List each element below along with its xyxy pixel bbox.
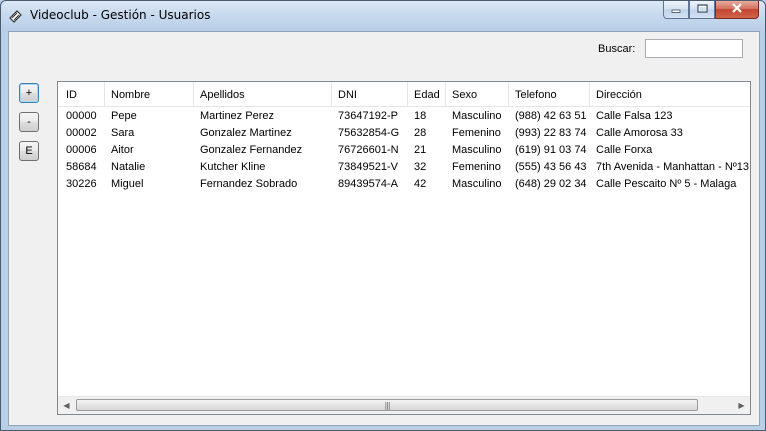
cell-direccion: Calle Amorosa 33 <box>596 127 683 139</box>
minimize-icon <box>671 4 681 16</box>
cell-apellidos: Martinez Perez <box>200 110 274 122</box>
search-input[interactable] <box>645 39 743 58</box>
cell-telefono: (988) 42 63 51 <box>515 110 587 122</box>
cell-sexo: Masculino <box>452 178 502 190</box>
remove-user-button[interactable]: - <box>19 112 39 132</box>
list-header: ID Nombre Apellidos DNI Edad Sexo Telefo… <box>58 82 750 107</box>
column-header-id[interactable]: ID <box>60 82 105 106</box>
cell-id: 00006 <box>66 144 97 156</box>
cell-nombre: Pepe <box>111 110 137 122</box>
cell-dni: 75632854-G <box>338 127 400 139</box>
table-row[interactable]: 00002 Sara Gonzalez Martinez 75632854-G 28 Fe… <box>58 125 750 142</box>
cell-edad: 32 <box>414 161 427 173</box>
scroll-grip-icon: ||| <box>384 400 390 410</box>
users-list[interactable]: ID Nombre Apellidos DNI Edad Sexo Telefo… <box>57 81 751 415</box>
add-user-button[interactable]: + <box>19 83 39 103</box>
cell-sexo: Femenino <box>452 161 501 173</box>
column-header-direccion[interactable]: Dirección <box>590 82 750 106</box>
table-row[interactable]: 58684 Natalie Kutcher Kline 73849521-V 32 Fem… <box>58 159 750 176</box>
cell-nombre: Aitor <box>111 144 134 156</box>
scroll-right-button[interactable]: ▶ <box>733 397 750 414</box>
column-header-apellidos[interactable]: Apellidos <box>194 82 332 106</box>
cell-sexo: Femenino <box>452 127 501 139</box>
cell-apellidos: Kutcher Kline <box>200 161 266 173</box>
column-header-dni[interactable]: DNI <box>332 82 408 106</box>
app-window: Videoclub - Gestión - Usuarios Buscar: + <box>0 0 766 431</box>
cell-dni: 89439574-A <box>338 178 398 190</box>
column-header-edad[interactable]: Edad <box>408 82 446 106</box>
cell-id: 58684 <box>66 161 97 173</box>
horizontal-scrollbar[interactable]: ◀ ||| ▶ <box>58 396 750 414</box>
cell-id: 30226 <box>66 178 97 190</box>
cell-dni: 73849521-V <box>338 161 398 173</box>
cell-telefono: (993) 22 83 74 <box>515 127 587 139</box>
cell-dni: 76726601-N <box>338 144 399 156</box>
column-header-nombre[interactable]: Nombre <box>105 82 194 106</box>
column-header-sexo[interactable]: Sexo <box>446 82 509 106</box>
column-header-telefono[interactable]: Telefono <box>509 82 590 106</box>
cell-apellidos: Gonzalez Martinez <box>200 127 292 139</box>
scroll-left-icon: ◀ <box>63 401 70 410</box>
table-row[interactable]: 30226 Miguel Fernandez Sobrado 89439574-A 42… <box>58 176 750 193</box>
scroll-thumb[interactable]: ||| <box>76 399 698 411</box>
close-icon <box>731 3 743 16</box>
close-button[interactable] <box>715 1 759 19</box>
cell-apellidos: Gonzalez Fernandez <box>200 144 303 156</box>
maximize-icon <box>696 3 708 16</box>
client-area: Buscar: + - E ID Nombre Apellidos DNI Ed… <box>8 31 760 426</box>
minimize-button[interactable] <box>663 1 689 19</box>
table-row[interactable]: 00006 Aitor Gonzalez Fernandez 76726601-N 21… <box>58 142 750 159</box>
cell-direccion: Calle Forxa <box>596 144 653 156</box>
window-title: Videoclub - Gestión - Usuarios <box>30 8 211 22</box>
cell-edad: 18 <box>414 110 427 122</box>
edit-user-button[interactable]: E <box>19 141 39 161</box>
caption-buttons <box>663 1 759 21</box>
cell-edad: 21 <box>414 144 427 156</box>
title-bar[interactable]: Videoclub - Gestión - Usuarios <box>1 1 765 31</box>
cell-dni: 73647192-P <box>338 110 398 122</box>
cell-telefono: (648) 29 02 34 <box>515 178 587 190</box>
scroll-left-button[interactable]: ◀ <box>58 397 75 414</box>
cell-telefono: (619) 91 03 74 <box>515 144 587 156</box>
app-icon <box>8 8 24 24</box>
cell-direccion: 7th Avenida - Manhattan - Nº13 - <box>596 161 750 173</box>
cell-nombre: Miguel <box>111 178 144 190</box>
scroll-right-icon: ▶ <box>738 401 745 410</box>
cell-sexo: Masculino <box>452 144 502 156</box>
cell-telefono: (555) 43 56 43 <box>515 161 587 173</box>
cell-id: 00002 <box>66 127 97 139</box>
search-label: Buscar: <box>598 43 636 55</box>
cell-edad: 28 <box>414 127 427 139</box>
cell-nombre: Sara <box>111 127 135 139</box>
cell-edad: 42 <box>414 178 427 190</box>
cell-direccion: Calle Falsa 123 <box>596 110 673 122</box>
cell-sexo: Masculino <box>452 110 502 122</box>
cell-apellidos: Fernandez Sobrado <box>200 178 298 190</box>
table-row[interactable]: 00000 Pepe Martinez Perez 73647192-P 18 Mascu… <box>58 108 750 125</box>
cell-id: 00000 <box>66 110 97 122</box>
cell-nombre: Natalie <box>111 161 146 173</box>
cell-direccion: Calle Pescaito Nº 5 - Malaga <box>596 178 737 190</box>
maximize-button[interactable] <box>689 1 715 19</box>
